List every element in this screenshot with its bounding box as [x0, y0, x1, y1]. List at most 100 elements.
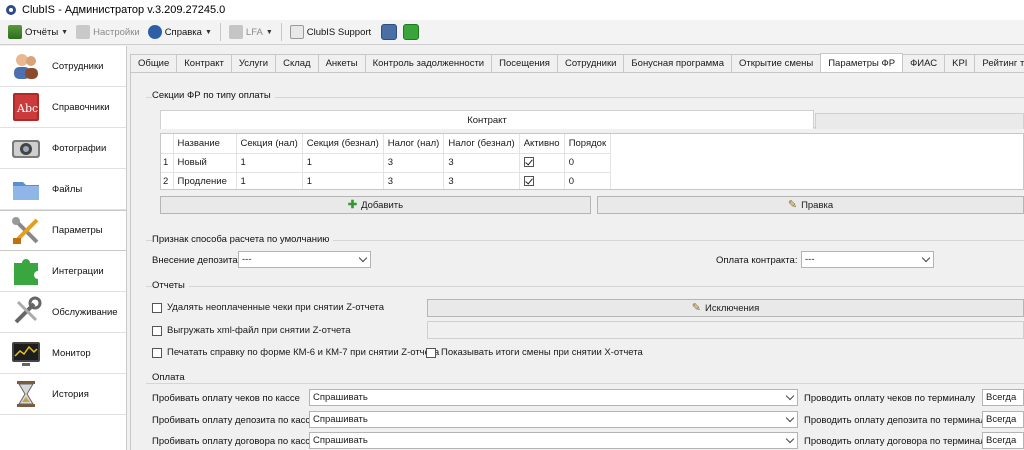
- cell-tax-noncash[interactable]: 3: [443, 153, 520, 173]
- tab-visits[interactable]: Посещения: [491, 54, 558, 72]
- cell-tax-cash[interactable]: 3: [383, 172, 445, 189]
- cell-tax-cash[interactable]: 3: [383, 153, 445, 173]
- cell-active[interactable]: [519, 153, 565, 173]
- lock-icon[interactable]: [381, 24, 398, 40]
- column-header[interactable]: Название: [173, 134, 237, 154]
- active-checkbox[interactable]: [523, 157, 534, 168]
- active-checkbox[interactable]: [523, 176, 534, 187]
- contract-cash-select[interactable]: Спрашивать: [309, 432, 798, 449]
- add-button[interactable]: ✚ Добавить: [160, 196, 591, 214]
- tab-bonus-program[interactable]: Бонусная программа: [623, 54, 732, 72]
- sidebar-item-maintenance[interactable]: Обслуживание: [0, 292, 126, 333]
- support-button[interactable]: ClubIS Support: [286, 22, 375, 43]
- delete-unpaid-checkbox-row[interactable]: Удалять неоплаченные чеки при снятии Z-о…: [152, 302, 384, 313]
- sidebar-item-directories[interactable]: Abc Справочники: [0, 87, 126, 128]
- contract-payment-label: Оплата контракта:: [716, 255, 798, 266]
- column-header[interactable]: Секция (безнал): [302, 134, 384, 154]
- settings-button[interactable]: Настройки: [72, 22, 144, 43]
- column-header[interactable]: Порядок: [564, 134, 612, 154]
- column-header[interactable]: Секция (нал): [236, 134, 303, 154]
- help-label: Справка: [164, 26, 202, 38]
- cell-section-cash[interactable]: 1: [236, 153, 303, 173]
- subtab-contract[interactable]: Контракт: [160, 110, 814, 129]
- xml-path-field[interactable]: [427, 321, 1024, 339]
- chevron-down-icon: [358, 253, 368, 263]
- cell-name[interactable]: Новый: [173, 153, 237, 173]
- cell-tax-noncash[interactable]: 3: [443, 172, 520, 189]
- tab-debt-control[interactable]: Контроль задолженности: [364, 54, 493, 72]
- print-km-checkbox[interactable]: [152, 347, 162, 358]
- cell-section-noncash[interactable]: 1: [302, 172, 384, 189]
- lfa-label: LFA: [245, 26, 263, 38]
- tab-warehouse[interactable]: Склад: [275, 54, 319, 72]
- sidebar-item-label: Параметры: [52, 225, 103, 236]
- sidebar-item-employees[interactable]: Сотрудники: [0, 46, 126, 87]
- contract-payment-select[interactable]: ---: [801, 251, 934, 268]
- deposit-terminal-label: Проводить оплату депозита по терминалу: [804, 415, 991, 426]
- table-row[interactable]: 2 Продление 1 1 3 3 0: [161, 172, 612, 189]
- tab-general[interactable]: Общие: [130, 54, 178, 72]
- deposit-terminal-select[interactable]: Всегда: [982, 411, 1024, 428]
- cell-section-noncash[interactable]: 1: [302, 153, 384, 173]
- cell-order[interactable]: 0: [564, 172, 612, 189]
- print-km-checkbox-row[interactable]: Печатать справку по форме КМ-6 и КМ-7 пр…: [152, 347, 439, 358]
- receipt-cash-label: Пробивать оплату чеков по кассе: [152, 393, 300, 404]
- sidebar-item-integrations[interactable]: Интеграции: [0, 251, 126, 292]
- tab-questionnaires[interactable]: Анкеты: [317, 54, 366, 72]
- column-header[interactable]: Налог (безнал): [443, 134, 520, 154]
- tab-trainer-rating[interactable]: Рейтинг тре: [974, 54, 1024, 72]
- database-icon: [228, 25, 243, 39]
- chevron-down-icon[interactable]: ▼: [266, 29, 273, 36]
- delete-unpaid-checkbox[interactable]: [152, 302, 162, 313]
- column-header[interactable]: Налог (нал): [383, 134, 445, 154]
- receipt-terminal-label: Проводить оплату чеков по терминалу: [804, 393, 976, 404]
- window-title: ClubIS - Администратор v.3.209.27245.0: [22, 4, 226, 16]
- sidebar-item-monitor[interactable]: Монитор: [0, 333, 126, 374]
- sidebar-item-files[interactable]: Файлы: [0, 169, 126, 210]
- tab-kpi[interactable]: KPI: [944, 54, 976, 72]
- tab-fias[interactable]: ФИАС: [902, 54, 946, 72]
- tab-shift-opening[interactable]: Открытие смены: [730, 54, 822, 72]
- show-totals-checkbox-row[interactable]: Показывать итоги смены при снятии X-отче…: [426, 347, 643, 358]
- tab-employees[interactable]: Сотрудники: [556, 54, 625, 72]
- cell-active[interactable]: [519, 172, 565, 189]
- contract-terminal-select[interactable]: Всегда: [982, 432, 1024, 449]
- exit-icon[interactable]: [403, 24, 420, 40]
- exclusions-button[interactable]: ✎ Исключения: [427, 299, 1024, 317]
- deposit-select[interactable]: ---: [238, 251, 371, 268]
- chevron-down-icon[interactable]: ▼: [61, 29, 68, 36]
- reports-button[interactable]: Отчёты ▼: [4, 22, 72, 43]
- subtab-other[interactable]: [815, 113, 1024, 129]
- sidebar-item-parameters[interactable]: Параметры: [0, 210, 126, 251]
- toolbar: Отчёты ▼ Настройки Справка ▼ LFA ▼ ClubI…: [0, 20, 1024, 45]
- deposit-select-value: ---: [242, 254, 252, 265]
- column-header[interactable]: Активно: [519, 134, 565, 154]
- cell-order[interactable]: 0: [564, 153, 612, 173]
- svg-text:Abc: Abc: [16, 102, 38, 115]
- reports-label: Отчёты: [25, 26, 59, 38]
- tab-contract[interactable]: Контракт: [176, 54, 232, 72]
- tab-fr-parameters[interactable]: Параметры ФР: [820, 53, 904, 72]
- exclusions-button-label: Исключения: [704, 302, 760, 314]
- sidebar-item-history[interactable]: История: [0, 374, 126, 415]
- export-xml-checkbox[interactable]: [152, 325, 162, 336]
- help-button[interactable]: Справка ▼: [144, 22, 216, 43]
- camera-icon: [10, 132, 42, 164]
- tools-icon: [10, 296, 42, 328]
- pencil-icon: ✎: [787, 198, 798, 211]
- chevron-down-icon[interactable]: ▼: [205, 29, 212, 36]
- tab-services[interactable]: Услуги: [230, 54, 277, 72]
- receipt-cash-select[interactable]: Спрашивать: [309, 389, 798, 406]
- sidebar-item-photos[interactable]: Фотографии: [0, 128, 126, 169]
- table-row[interactable]: 1 Новый 1 1 3 3 0: [161, 153, 612, 173]
- hourglass-icon: [10, 378, 42, 410]
- lfa-button[interactable]: LFA ▼: [225, 22, 277, 43]
- receipt-terminal-select[interactable]: Всегда: [982, 389, 1024, 406]
- export-xml-checkbox-row[interactable]: Выгружать xml-файл при снятии Z-отчета: [152, 325, 351, 336]
- show-totals-checkbox[interactable]: [426, 347, 436, 358]
- cell-name[interactable]: Продление: [173, 172, 237, 189]
- settings-label: Настройки: [93, 26, 140, 38]
- cell-section-cash[interactable]: 1: [236, 172, 303, 189]
- edit-button[interactable]: ✎ Правка: [597, 196, 1024, 214]
- deposit-cash-select[interactable]: Спрашивать: [309, 411, 798, 428]
